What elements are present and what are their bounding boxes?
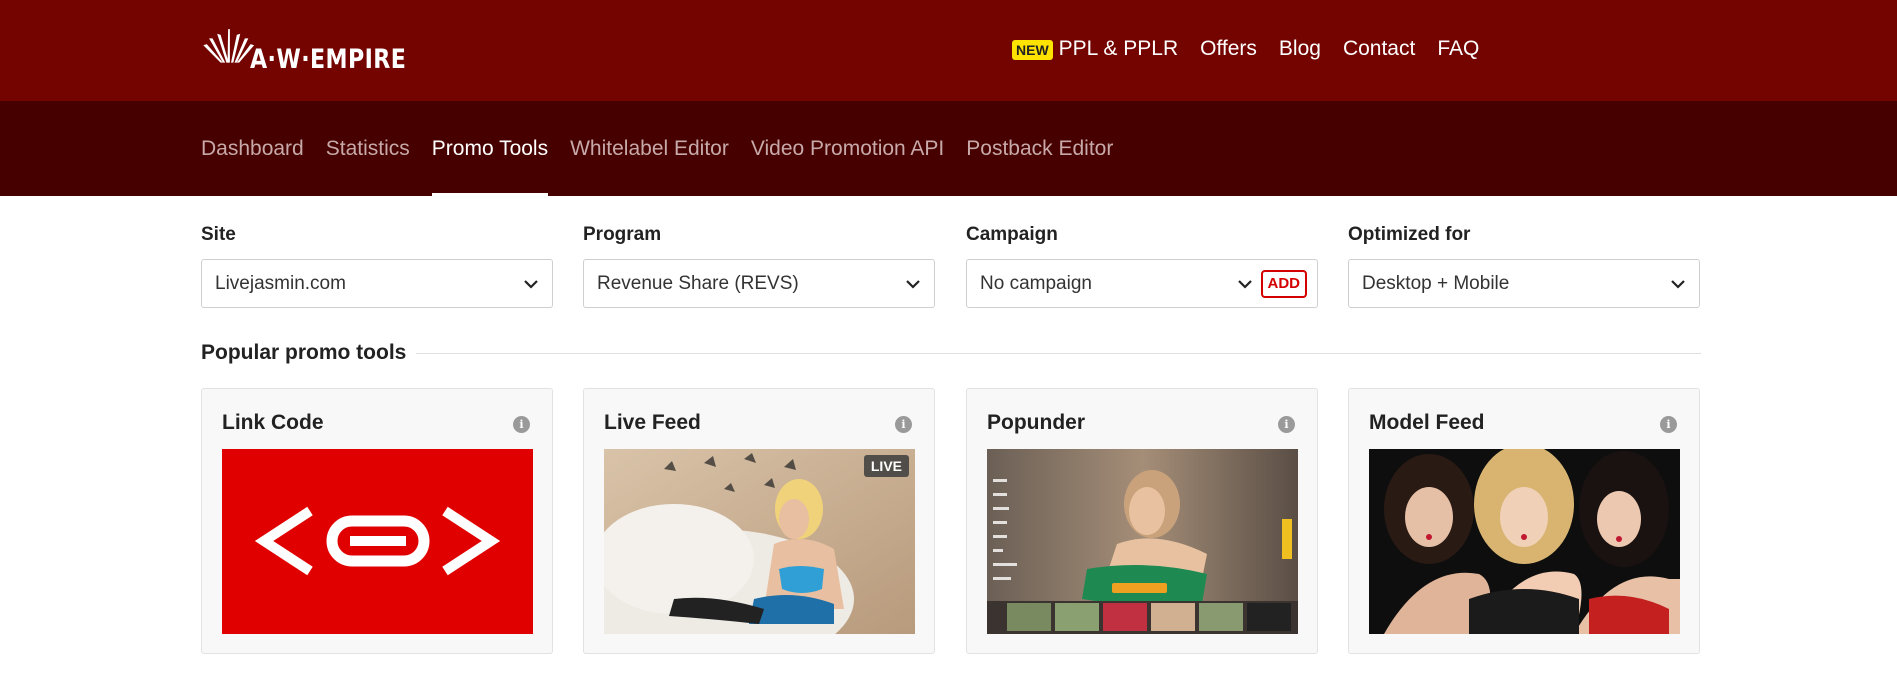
optimized-label: Optimized for	[1348, 224, 1471, 245]
card-title: Link Code	[222, 411, 324, 434]
tab-whitelabel-editor[interactable]: Whitelabel Editor	[570, 101, 729, 196]
program-select-value: Revenue Share (REVS)	[597, 272, 799, 294]
promo-card-live-feed[interactable]: Live Feed i LIVE	[583, 388, 935, 654]
promo-card-link-code[interactable]: Link Code i	[201, 388, 553, 654]
link-code-icon	[254, 506, 501, 576]
program-label: Program	[583, 224, 662, 245]
promo-card-popunder[interactable]: Popunder i	[966, 388, 1318, 654]
new-badge: NEW	[1012, 40, 1053, 60]
chevron-down-icon	[1237, 279, 1252, 289]
site-select[interactable]: Livejasmin.com	[201, 259, 553, 308]
popular-promo-tools-heading: Popular promo tools	[201, 341, 1701, 365]
tab-video-promotion-api[interactable]: Video Promotion API	[751, 101, 944, 196]
chevron-down-icon	[524, 279, 538, 289]
info-icon[interactable]: i	[1660, 416, 1677, 433]
card-title: Live Feed	[604, 411, 701, 434]
tab-postback-editor[interactable]: Postback Editor	[966, 101, 1113, 196]
site-label: Site	[201, 224, 236, 245]
campaign-filter: Campaign No campaign ADD	[966, 224, 1318, 308]
site-select-value: Livejasmin.com	[215, 272, 346, 294]
live-badge: LIVE	[863, 455, 909, 477]
top-nav: NEW PPL & PPLR Offers Blog Contact FAQ	[1012, 36, 1501, 62]
campaign-select-value: No campaign	[980, 272, 1092, 294]
info-icon[interactable]: i	[895, 416, 912, 433]
optimized-select[interactable]: Desktop + Mobile	[1348, 259, 1700, 308]
model-feed-thumbnail	[1369, 449, 1680, 634]
sub-nav: Dashboard Statistics Promo Tools Whitela…	[201, 101, 1135, 196]
section-title: Popular promo tools	[201, 341, 407, 364]
card-title: Model Feed	[1369, 411, 1485, 434]
campaign-select[interactable]: No campaign ADD	[966, 259, 1318, 308]
campaign-label: Campaign	[966, 224, 1058, 245]
popunder-preview	[987, 449, 1298, 634]
top-header: A·W·EMPIRE NEW PPL & PPLR Offers Blog Con…	[0, 0, 1897, 101]
tab-statistics[interactable]: Statistics	[326, 101, 410, 196]
optimized-select-value: Desktop + Mobile	[1362, 272, 1510, 294]
sub-nav-bar: Dashboard Statistics Promo Tools Whitela…	[0, 101, 1897, 196]
promo-card-model-feed[interactable]: Model Feed i	[1348, 388, 1700, 654]
section-divider	[416, 352, 1701, 354]
model-feed-photo	[1369, 449, 1680, 634]
chevron-down-icon	[1671, 279, 1685, 289]
chevron-down-icon	[906, 279, 920, 289]
top-nav-offers[interactable]: Offers	[1200, 37, 1257, 61]
info-icon[interactable]: i	[513, 416, 530, 433]
popunder-thumbnail	[987, 449, 1298, 634]
program-filter: Program Revenue Share (REVS)	[583, 224, 935, 308]
top-nav-ppl[interactable]: NEW PPL & PPLR	[1012, 37, 1178, 61]
program-select[interactable]: Revenue Share (REVS)	[583, 259, 935, 308]
tab-dashboard[interactable]: Dashboard	[201, 101, 304, 196]
top-nav-ppl-label: PPL & PPLR	[1058, 37, 1179, 60]
info-icon[interactable]: i	[1278, 416, 1295, 433]
tab-promo-tools[interactable]: Promo Tools	[431, 101, 549, 196]
crown-logo-icon	[203, 29, 255, 63]
live-feed-thumbnail: LIVE	[604, 449, 915, 634]
top-nav-faq[interactable]: FAQ	[1437, 37, 1479, 61]
logo-text: A·W·EMPIRE	[250, 43, 407, 75]
top-nav-contact[interactable]: Contact	[1343, 37, 1415, 61]
add-campaign-button[interactable]: ADD	[1260, 269, 1307, 298]
card-title: Popunder	[987, 411, 1085, 434]
top-nav-blog[interactable]: Blog	[1279, 37, 1321, 61]
optimized-filter: Optimized for Desktop + Mobile	[1348, 224, 1700, 308]
logo[interactable]: A·W·EMPIRE	[201, 14, 441, 80]
link-code-thumbnail	[222, 449, 533, 634]
site-filter: Site Livejasmin.com	[201, 224, 553, 308]
